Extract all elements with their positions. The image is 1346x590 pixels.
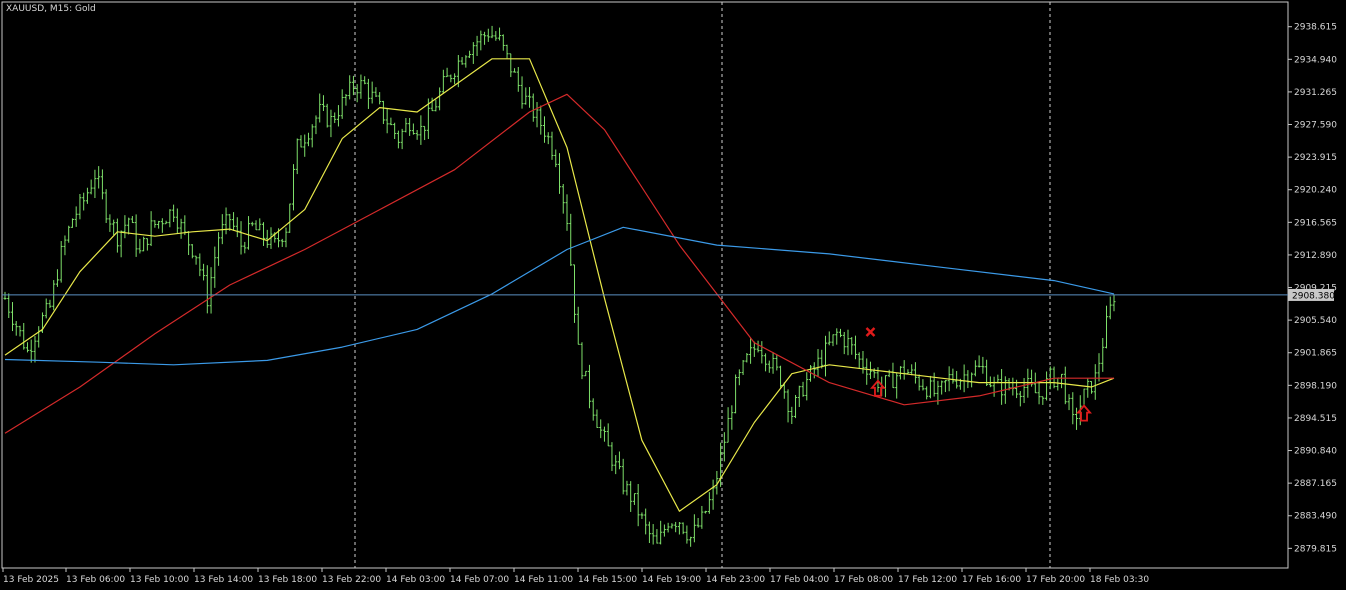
y-tick-label: 2879.815 — [1294, 544, 1337, 554]
current-price-label: 2908.380 — [1292, 291, 1335, 301]
y-tick-label: 2934.940 — [1294, 55, 1337, 65]
y-tick-label: 2927.590 — [1294, 121, 1337, 131]
y-tick-label: 2901.865 — [1294, 349, 1337, 359]
cross-marker — [865, 327, 876, 337]
ma-fast-line — [4, 58, 1115, 512]
x-tick-label: 13 Feb 18:00 — [258, 575, 317, 585]
y-tick-label: 2916.565 — [1294, 218, 1337, 228]
y-tick-label: 2898.190 — [1294, 381, 1337, 391]
x-tick-label: 13 Feb 2025 — [3, 575, 59, 585]
y-tick-label: 2883.490 — [1294, 512, 1337, 522]
x-tick-label: 18 Feb 03:30 — [1090, 575, 1149, 585]
x-tick-label: 17 Feb 12:00 — [898, 575, 957, 585]
y-tick-label: 2905.540 — [1294, 316, 1337, 326]
x-tick-label: 17 Feb 20:00 — [1026, 575, 1085, 585]
x-tick-label: 13 Feb 22:00 — [322, 575, 381, 585]
x-tick-label: 14 Feb 11:00 — [514, 575, 573, 585]
x-tick-label: 17 Feb 16:00 — [962, 575, 1021, 585]
y-tick-label: 2931.265 — [1294, 88, 1337, 98]
x-tick-label: 14 Feb 15:00 — [578, 575, 637, 585]
y-tick-label: 2920.240 — [1294, 186, 1337, 196]
y-tick-label: 2890.840 — [1294, 447, 1337, 457]
y-tick-label: 2923.915 — [1294, 153, 1337, 163]
x-tick-label: 14 Feb 03:00 — [386, 575, 445, 585]
plot-frame — [1, 1, 1289, 569]
y-tick-label: 2912.890 — [1294, 251, 1337, 261]
x-tick-label: 13 Feb 14:00 — [194, 575, 253, 585]
chart-title: XAUUSD, M15: Gold — [6, 4, 96, 14]
ohlc-bars — [3, 25, 1116, 547]
y-tick-label: 2887.165 — [1294, 479, 1337, 489]
x-tick-label: 14 Feb 07:00 — [450, 575, 509, 585]
chart-window[interactable]: 2938.615 2934.940 2931.265 2927.590 2923.915… — [0, 0, 1346, 590]
x-tick-label: 17 Feb 08:00 — [834, 575, 893, 585]
price-chart[interactable]: 2938.615 2934.940 2931.265 2927.590 2923.915… — [0, 0, 1346, 590]
ma-slow-line — [4, 226, 1115, 366]
x-tick-label: 13 Feb 10:00 — [130, 575, 189, 585]
y-tick-label: 2938.615 — [1294, 23, 1337, 33]
ma-mid-line — [4, 93, 1114, 434]
x-tick-label: 13 Feb 06:00 — [66, 575, 125, 585]
x-tick-label: 17 Feb 04:00 — [770, 575, 829, 585]
x-tick-label: 14 Feb 19:00 — [642, 575, 701, 585]
x-tick-label: 14 Feb 23:00 — [706, 575, 765, 585]
y-tick-label: 2894.515 — [1294, 414, 1337, 424]
